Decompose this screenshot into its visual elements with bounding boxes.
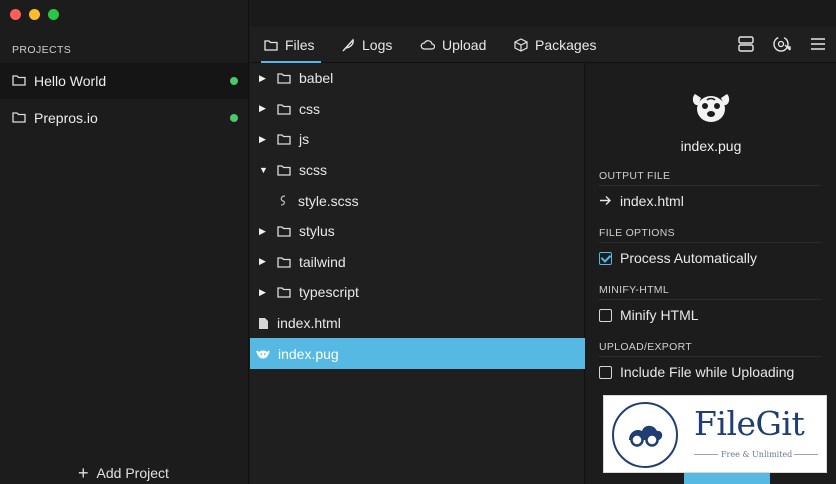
caret-right-icon[interactable]: ▶ [259, 73, 271, 84]
tree-item-label: index.html [277, 315, 341, 332]
tree-item-label: tailwind [299, 253, 346, 270]
output-file-heading: OUTPUT FILE [599, 170, 671, 182]
folder-icon [277, 225, 291, 237]
minimize-window-button[interactable] [29, 9, 40, 20]
tree-item-label: babel [299, 70, 334, 87]
divider [599, 242, 821, 243]
filegit-watermark: FileGit Free & Unlimited [603, 395, 827, 473]
tab-label: Files [285, 36, 315, 53]
sass-icon [277, 194, 290, 207]
file-icon [258, 317, 269, 330]
add-project-button[interactable]: + Add Project [78, 463, 169, 483]
feather-icon [341, 38, 355, 52]
project-item-prepros-io[interactable]: Prepros.io [0, 100, 248, 136]
close-window-button[interactable] [10, 9, 21, 20]
checkbox-label: Process Automatically [620, 250, 757, 266]
minify-html-checkbox[interactable]: Minify HTML [599, 307, 699, 323]
tree-item-label: index.pug [278, 345, 339, 362]
tab-upload[interactable]: Upload [420, 27, 486, 62]
folder-icon [277, 164, 291, 176]
zoom-window-button[interactable] [48, 9, 59, 20]
tree-item-label: scss [299, 162, 327, 179]
plus-icon: + [78, 463, 89, 483]
menu-icon[interactable] [808, 34, 828, 54]
caret-right-icon[interactable]: ▶ [259, 134, 271, 145]
add-project-label: Add Project [96, 465, 169, 481]
pug-icon [256, 348, 270, 360]
cloud-icon [420, 39, 435, 50]
divider [794, 454, 818, 455]
tree-item-css[interactable]: ▶ css [250, 94, 585, 125]
folder-icon [277, 72, 291, 84]
checkbox-checked-icon[interactable] [599, 251, 612, 265]
tab-files[interactable]: Files [261, 27, 321, 63]
folder-icon [12, 73, 26, 89]
tree-item-label: css [299, 100, 320, 117]
projects-heading: PROJECTS [12, 44, 72, 56]
tab-label: Logs [362, 36, 393, 53]
preview-icon[interactable] [772, 34, 792, 54]
output-file-field[interactable]: index.html [599, 193, 684, 209]
caret-right-icon[interactable]: ▶ [259, 287, 271, 298]
caret-down-icon[interactable]: ▼ [259, 165, 271, 175]
window-controls [10, 9, 59, 20]
package-icon [514, 37, 528, 52]
filegit-logo [612, 402, 678, 468]
tree-item-scss[interactable]: ▼ scss [250, 155, 585, 186]
tree-item-tailwind[interactable]: ▶ tailwind [250, 247, 585, 278]
tree-item-index-pug[interactable]: index.pug [250, 338, 585, 369]
file-options-heading: FILE OPTIONS [599, 227, 675, 239]
checkbox-icon[interactable] [599, 308, 612, 322]
caret-right-icon[interactable]: ▶ [259, 226, 271, 237]
watermark-subtitle: Free & Unlimited [721, 450, 793, 459]
status-dot [230, 114, 238, 122]
project-name: Prepros.io [34, 110, 98, 126]
folder-icon [277, 133, 291, 146]
tab-label: Upload [442, 36, 487, 53]
tree-item-label: js [299, 131, 310, 148]
project-item-hello-world[interactable]: Hello World [0, 63, 248, 99]
tab-logs[interactable]: Logs [341, 27, 392, 62]
caret-right-icon[interactable]: ▶ [259, 256, 271, 267]
tree-item-index-html[interactable]: index.html [250, 308, 585, 339]
process-automatically-checkbox[interactable]: Process Automatically [599, 250, 757, 266]
output-file-name: index.html [620, 193, 684, 209]
tree-item-label: stylus [299, 223, 335, 240]
tree-item-label: typescript [299, 284, 359, 301]
upload-export-heading: UPLOAD/EXPORT [599, 341, 692, 353]
include-file-upload-checkbox[interactable]: Include File while Uploading [599, 364, 794, 380]
folder-icon [12, 110, 26, 126]
tree-item-typescript[interactable]: ▶ typescript [250, 277, 585, 308]
folder-icon [277, 103, 291, 115]
divider [599, 185, 821, 186]
project-name: Hello World [34, 73, 107, 89]
tree-item-js[interactable]: ▶ js [250, 124, 585, 155]
tree-item-babel[interactable]: ▶ babel [250, 63, 585, 94]
main-tab-bar: Files Logs Upload Packages [250, 27, 836, 63]
server-icon[interactable] [736, 34, 756, 54]
checkbox-label: Include File while Uploading [620, 364, 795, 380]
divider [599, 356, 821, 357]
tree-item-label: style.scss [298, 192, 359, 209]
folder-icon [277, 256, 291, 268]
caret-right-icon[interactable]: ▶ [259, 103, 271, 114]
status-dot [230, 77, 238, 85]
checkbox-icon[interactable] [599, 365, 612, 379]
divider [599, 299, 821, 300]
watermark-title: FileGit [694, 404, 805, 443]
selected-file-name: index.pug [680, 138, 742, 154]
tree-item-stylus[interactable]: ▶ stylus [250, 216, 585, 247]
divider [694, 454, 718, 455]
projects-sidebar: PROJECTS Hello World Prepros.io + Add Pr… [0, 0, 249, 484]
pug-icon [689, 88, 733, 131]
tab-label: Packages [535, 36, 597, 53]
arrow-right-icon [599, 193, 612, 209]
folder-icon [277, 286, 291, 299]
tree-item-style-scss[interactable]: style.scss [250, 185, 585, 216]
folder-icon [264, 39, 278, 51]
tab-packages[interactable]: Packages [514, 27, 596, 62]
checkbox-label: Minify HTML [620, 307, 699, 323]
minify-html-heading: MINIFY-HTML [599, 284, 669, 296]
file-tree: ▶ babel ▶ css ▶ js ▼ scss style.scss ▶ s… [250, 63, 585, 484]
